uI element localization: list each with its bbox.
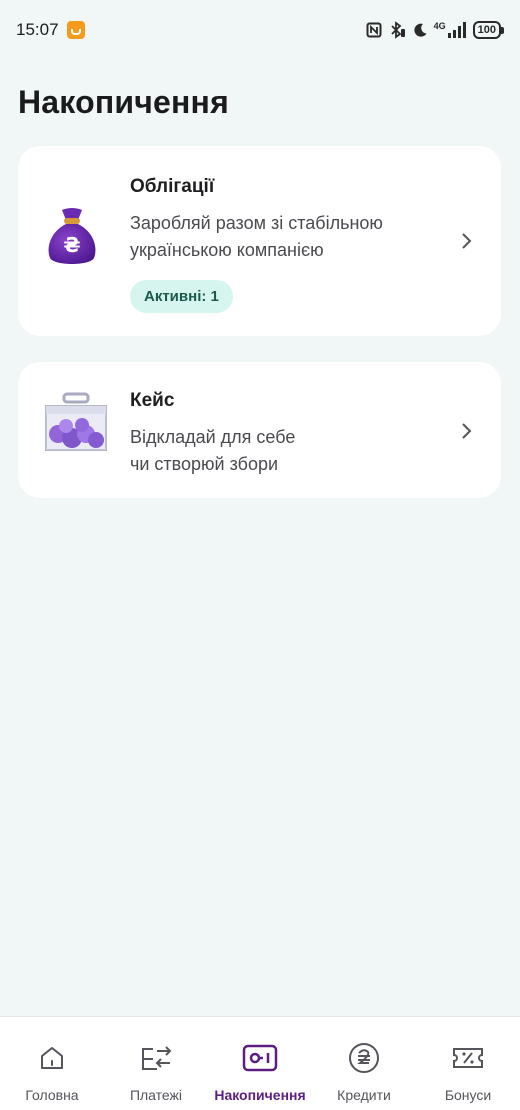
nav-label-credits: Кредити — [337, 1087, 391, 1103]
active-count-badge: Активні: 1 — [130, 280, 233, 313]
nav-item-home[interactable]: Головна — [0, 1017, 104, 1103]
bluetooth-icon — [390, 21, 405, 39]
transfer-icon — [139, 1041, 173, 1075]
home-icon — [37, 1041, 67, 1075]
ticket-icon — [451, 1041, 485, 1075]
case-description-line2: чи створюй збори — [130, 454, 279, 474]
money-bag-hryvnia-icon: ₴ — [44, 206, 100, 273]
bonds-card[interactable]: ₴ Облігації Заробляй разом зі стабільною… — [18, 146, 501, 336]
signal-icon — [447, 22, 466, 38]
notification-icon — [66, 21, 85, 39]
nav-label-bonuses: Бонуси — [444, 1087, 492, 1103]
svg-text:₴: ₴ — [63, 233, 80, 257]
chevron-right-icon — [461, 422, 473, 445]
bonds-description: Заробляй разом зі стабільною українською… — [130, 213, 383, 260]
nav-item-payments[interactable]: Платежі — [104, 1017, 208, 1103]
case-card[interactable]: Кейс Відкладай для себе чи створюй збори — [18, 362, 501, 498]
battery-level: 100 — [472, 21, 501, 39]
bonds-title: Облігації — [130, 176, 215, 197]
nav-item-credits[interactable]: Кредити — [312, 1017, 416, 1103]
nav-item-bonuses[interactable]: Бонуси — [416, 1017, 520, 1103]
nav-label-savings: Накопичення — [214, 1087, 306, 1103]
hryvnia-icon — [347, 1041, 381, 1075]
moon-icon — [414, 23, 427, 37]
nav-item-savings[interactable]: Накопичення — [208, 1017, 312, 1103]
case-description-line1: Відкладай для себе — [130, 427, 296, 447]
network-label: 4G — [433, 21, 446, 31]
coin-box-icon — [40, 392, 112, 463]
nav-label-payments: Платежі — [129, 1087, 183, 1103]
battery-icon: 100 — [472, 21, 504, 39]
chevron-right-icon — [461, 232, 473, 255]
savings-icon — [242, 1041, 278, 1075]
case-title: Кейс — [130, 390, 175, 411]
page-title: Накопичення — [18, 84, 229, 120]
status-time: 15:07 — [16, 20, 59, 39]
nfc-icon — [366, 22, 382, 38]
nav-label-home: Головна — [25, 1087, 79, 1103]
bottom-navigation: Головна Платежі Накопичення Кредити Бону… — [0, 1016, 520, 1110]
status-bar: 15:07 4G 100 — [0, 0, 520, 60]
